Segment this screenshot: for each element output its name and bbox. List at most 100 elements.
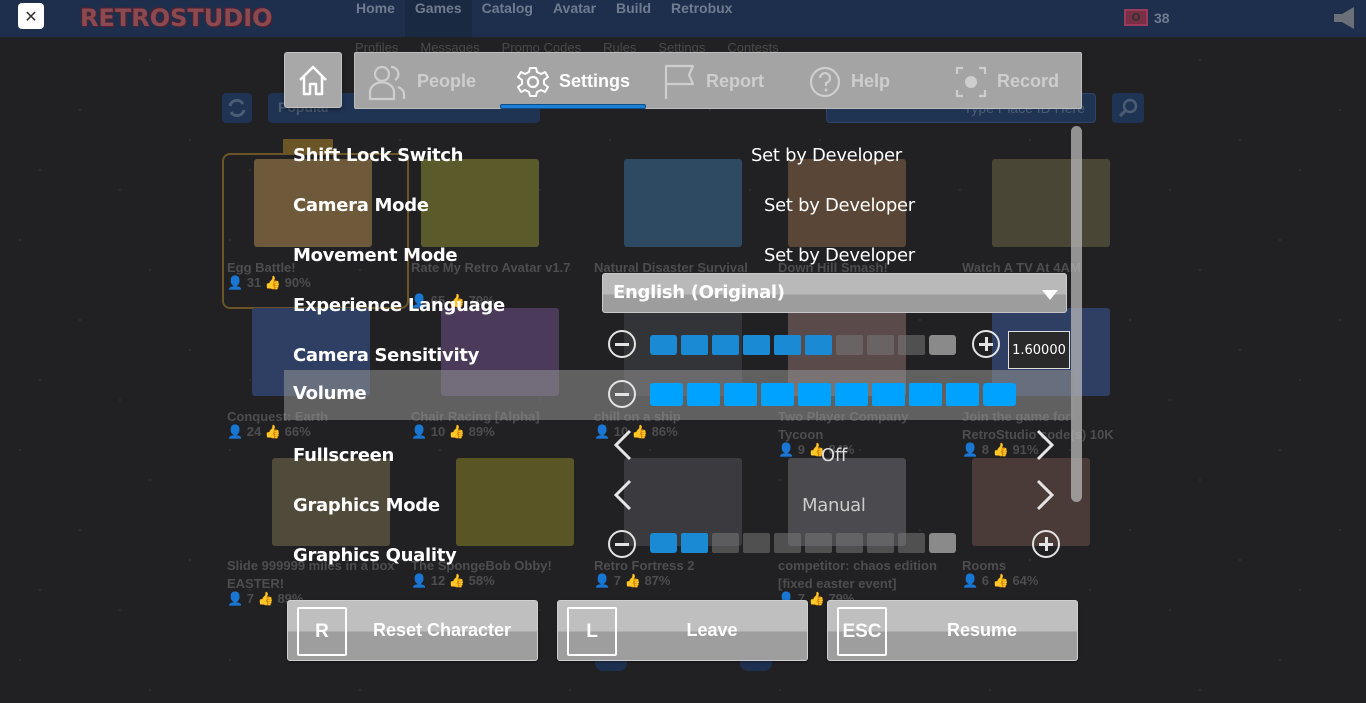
slider-step[interactable] [836,335,863,355]
chevron-left-icon[interactable] [612,429,634,461]
slider-step[interactable] [650,533,677,553]
slider-step[interactable] [836,533,863,553]
graphics-quality-slider[interactable] [650,533,956,553]
chevron-right-icon[interactable] [1034,429,1056,461]
currency-display[interactable]: O 38 [1124,9,1170,26]
sensitivity-value-input[interactable]: 1.60000 [1008,331,1070,369]
slider-step[interactable] [929,335,956,355]
key-hint: ESC [837,607,887,656]
increase-button[interactable] [972,330,1000,358]
setting-language: Experience Language English (Original) [284,272,1074,332]
button-label: Resume [946,620,1018,640]
plus-icon [1044,537,1048,551]
slider-step[interactable] [681,335,708,355]
slider-step[interactable] [743,533,770,553]
nav-games[interactable]: Games [404,0,472,37]
slider-step[interactable] [872,383,905,406]
currency-count: 38 [1154,9,1170,26]
close-button[interactable]: ✕ [18,3,44,29]
speaker-icon[interactable] [1334,6,1356,30]
setting-label: Fullscreen [293,445,395,466]
slider-step[interactable] [650,335,677,355]
nav-build[interactable]: Build [606,0,661,37]
setting-shift-lock: Shift Lock Switch Set by Developer [284,132,1074,182]
nav-home[interactable]: Home [346,0,405,37]
tab-report[interactable]: Report [664,53,764,110]
slider-step[interactable] [946,383,979,406]
key-hint: R [297,607,347,656]
tab-people-label: People [417,71,477,91]
nav-catalog[interactable]: Catalog [472,0,543,37]
nav-retrobux[interactable]: Retrobux [661,0,742,37]
tab-people[interactable]: People [367,53,476,110]
slider-step[interactable] [983,383,1016,406]
refresh-button[interactable] [222,93,252,123]
nav-avatar[interactable]: Avatar [543,0,606,37]
site-nav: Home Games Catalog Avatar Build Retrobux [346,0,742,37]
search-button[interactable] [1112,93,1144,123]
resume-button[interactable]: ESC Resume [827,600,1078,661]
setting-label: Camera Mode [293,195,429,216]
leave-button[interactable]: L Leave [557,600,808,661]
setting-label: Shift Lock Switch [293,145,464,166]
slider-step[interactable] [687,383,720,406]
tab-help-label: Help [851,71,891,91]
increase-button[interactable] [1032,530,1060,558]
slider-step[interactable] [712,335,739,355]
camera-sensitivity-slider[interactable] [650,335,956,355]
help-icon [809,66,841,97]
slider-step[interactable] [929,533,956,553]
minus-icon [615,392,629,396]
slider-step[interactable] [835,383,868,406]
minus-icon [615,342,629,346]
slider-step[interactable] [650,383,683,406]
setting-label: Camera Sensitivity [293,345,480,366]
tab-record[interactable]: Record [955,53,1059,110]
tab-help[interactable]: Help [809,53,890,110]
slider-step[interactable] [743,335,770,355]
reset-character-button[interactable]: R Reset Character [287,600,538,661]
slider-step[interactable] [798,383,831,406]
tab-report-label: Report [706,71,764,91]
decrease-button[interactable] [608,330,636,358]
robux-icon: O [1124,9,1148,26]
slider-step[interactable] [724,383,757,406]
tab-settings[interactable]: Settings [517,53,630,110]
minus-icon [615,542,629,546]
pager-next[interactable] [740,661,772,671]
slider-step[interactable] [805,335,832,355]
slider-step[interactable] [867,335,894,355]
slider-step[interactable] [909,383,942,406]
gear-icon [517,66,549,97]
language-dropdown[interactable]: English (Original) [602,273,1067,313]
slider-step[interactable] [774,533,801,553]
setting-value: Set by Developer [764,245,915,266]
slider-step[interactable] [774,335,801,355]
people-icon [368,65,406,100]
site-logo[interactable]: RETROSTUDIO [80,4,273,32]
slider-step[interactable] [712,533,739,553]
setting-camera-mode: Camera Mode Set by Developer [284,182,1074,232]
slider-step[interactable] [898,335,925,355]
setting-value: Manual [802,495,866,516]
slider-step[interactable] [867,533,894,553]
slider-step[interactable] [898,533,925,553]
setting-value: Set by Developer [751,145,902,166]
menu-tabs: People Settings Report Help Record [354,52,1082,109]
button-label: Reset Character [372,620,512,640]
slider-step[interactable] [761,383,794,406]
slider-step[interactable] [681,533,708,553]
setting-graphics-mode: Graphics Mode Manual [284,479,1074,532]
volume-slider[interactable] [650,383,1016,406]
chevron-right-icon[interactable] [1034,479,1056,511]
site-topbar: ✕ RETROSTUDIO Home Games Catalog Avatar … [0,0,1366,37]
chevron-left-icon[interactable] [612,479,634,511]
key-hint: L [567,607,617,656]
decrease-button[interactable] [608,380,636,408]
setting-fullscreen: Fullscreen Off [284,429,1074,482]
home-button[interactable] [284,52,342,108]
setting-label: Graphics Mode [293,495,440,516]
decrease-button[interactable] [608,530,636,558]
slider-step[interactable] [805,533,832,553]
pager-prev[interactable] [595,661,627,671]
